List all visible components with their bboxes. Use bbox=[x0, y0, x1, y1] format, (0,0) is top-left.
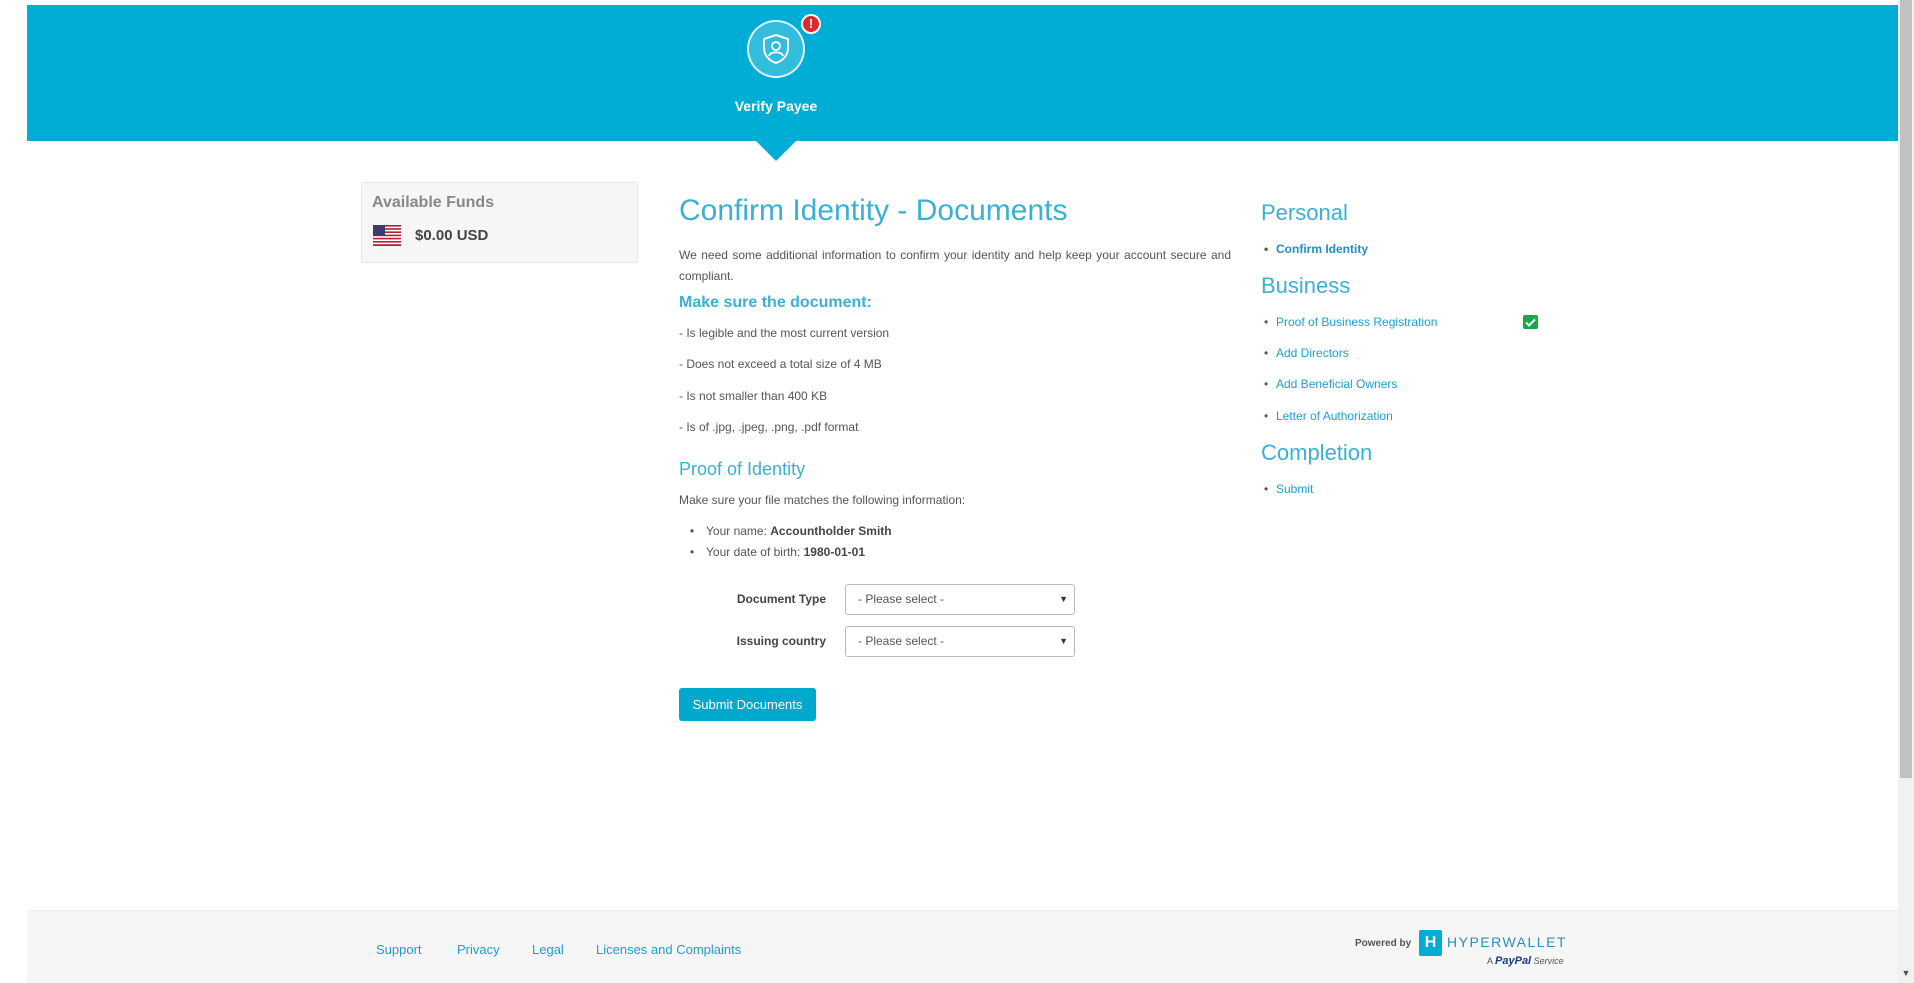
scrollbar-thumb[interactable] bbox=[1900, 0, 1912, 778]
dropdown-arrow-icon: ▼ bbox=[1059, 636, 1068, 646]
nav-heading-personal: Personal bbox=[1261, 200, 1348, 225]
nav-item-submit[interactable]: Submit bbox=[1264, 482, 1313, 496]
verify-payee-step-icon[interactable] bbox=[747, 20, 805, 78]
document-type-label: Document Type bbox=[736, 592, 826, 606]
footer-link-support[interactable]: Support bbox=[376, 942, 422, 957]
requirement-item: - Is not smaller than 400 KB bbox=[679, 389, 828, 403]
requirement-item: - Is legible and the most current versio… bbox=[679, 326, 890, 340]
hyperwallet-wordmark: HYPERWALLET bbox=[1447, 934, 1567, 950]
header-pointer bbox=[756, 141, 796, 161]
available-funds-title: Available Funds bbox=[372, 194, 495, 211]
name-value: Accountholder Smith bbox=[770, 524, 892, 538]
footer-link-privacy[interactable]: Privacy bbox=[457, 942, 500, 957]
dropdown-arrow-icon: ▼ bbox=[1059, 594, 1068, 604]
nav-item-proof-of-business-registration[interactable]: Proof of Business Registration bbox=[1264, 315, 1437, 329]
make-sure-heading: Make sure the document: bbox=[679, 294, 872, 311]
intro-text: We need some additional information to c… bbox=[679, 248, 1231, 283]
nav-heading-completion: Completion bbox=[1261, 440, 1373, 465]
identity-info-list: Your name: Accountholder Smith Your date… bbox=[690, 521, 892, 563]
nav-item-letter-of-authorization[interactable]: Letter of Authorization bbox=[1264, 409, 1393, 423]
dob-value: 1980-01-01 bbox=[803, 545, 866, 559]
issuing-country-select[interactable]: - Please select - ▼ bbox=[845, 626, 1075, 657]
requirement-item: - Is of .jpg, .jpeg, .png, .pdf format bbox=[679, 420, 859, 434]
alert-icon: ! bbox=[801, 14, 821, 34]
requirement-item: - Does not exceed a total size of 4 MB bbox=[679, 357, 882, 371]
nav-heading-business: Business bbox=[1261, 273, 1351, 298]
submit-documents-button[interactable]: Submit Documents bbox=[679, 688, 816, 721]
available-funds-panel: Available Funds $0.00 USD bbox=[361, 182, 638, 263]
powered-by-label: Powered by bbox=[1355, 938, 1412, 949]
hyperwallet-logo-icon: H bbox=[1419, 930, 1442, 956]
list-item: Your name: Accountholder Smith bbox=[690, 521, 892, 542]
scroll-down-icon[interactable]: ▼ bbox=[1900, 966, 1912, 980]
nav-item-add-beneficial-owners[interactable]: Add Beneficial Owners bbox=[1264, 377, 1397, 391]
nav-item-add-directors[interactable]: Add Directors bbox=[1264, 346, 1349, 360]
footer bbox=[27, 910, 1898, 983]
check-icon bbox=[1523, 315, 1538, 329]
paypal-service-label: A PayPal Service bbox=[1487, 955, 1564, 967]
proof-intro-text: Make sure your file matches the followin… bbox=[679, 493, 966, 507]
document-type-select[interactable]: - Please select - ▼ bbox=[845, 584, 1075, 615]
shield-user-icon bbox=[763, 33, 789, 65]
footer-link-legal[interactable]: Legal bbox=[532, 942, 564, 957]
page-title: Confirm Identity - Documents bbox=[679, 194, 1068, 227]
issuing-country-label: Issuing country bbox=[736, 634, 826, 648]
list-item: Your date of birth: 1980-01-01 bbox=[690, 542, 892, 563]
available-funds-amount: $0.00 USD bbox=[415, 227, 489, 244]
proof-of-identity-heading: Proof of Identity bbox=[679, 459, 806, 479]
us-flag-icon bbox=[373, 225, 401, 246]
nav-item-confirm-identity[interactable]: Confirm Identity bbox=[1264, 242, 1368, 256]
header-banner bbox=[27, 5, 1898, 141]
verify-payee-label: Verify Payee bbox=[734, 98, 818, 114]
footer-link-licenses[interactable]: Licenses and Complaints bbox=[596, 942, 741, 957]
